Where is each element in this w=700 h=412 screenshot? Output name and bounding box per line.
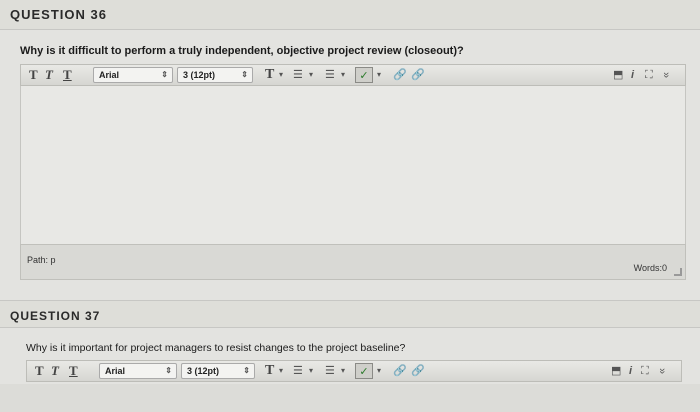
font-size-value: 3 (12pt) [183,70,216,80]
bold-style-button[interactable]: T [35,363,44,379]
fullscreen-icon[interactable]: ⛶ [645,67,653,83]
preview-icon[interactable]: ⬒ [613,67,623,83]
element-path: Path: p [27,255,56,265]
unordered-list-button[interactable]: ☰ [293,67,303,83]
italic-style-button[interactable]: T [51,363,59,379]
info-icon[interactable]: i [629,363,632,379]
question-36-answer-editor[interactable] [20,86,686,244]
question-37-editor-toolbar: T T T Arial ⇕ 3 (12pt) ⇕ T ▾ ☰ ▾ ☰ ▾ ✓ ▾… [26,360,682,382]
chevron-down-icon[interactable]: ▾ [309,363,313,379]
link-icon[interactable]: 🔗 [393,67,407,83]
text-color-button[interactable]: T [265,363,274,379]
link-icon[interactable]: 🔗 [393,363,407,379]
italic-style-button[interactable]: T [45,67,53,83]
question-36-editor-toolbar: T T T Arial ⇕ 3 (12pt) ⇕ T ▾ ☰ ▾ ☰ ▾ ✓ ▾… [20,64,686,86]
collapse-toolbar-icon[interactable]: » [654,368,670,374]
question-36-title: QUESTION 36 [10,7,107,22]
unordered-list-button[interactable]: ☰ [293,363,303,379]
font-family-select[interactable]: Arial ⇕ [93,67,173,83]
select-arrow-icon: ⇕ [161,70,168,79]
underline-style-button[interactable]: T [63,67,72,83]
chevron-down-icon[interactable]: ▾ [341,363,345,379]
question-36-header: QUESTION 36 [0,0,700,30]
spellcheck-button[interactable]: ✓ [355,363,373,379]
preview-icon[interactable]: ⬒ [611,363,621,379]
question-36-status-bar: Path: p Words:0 [20,244,686,280]
text-color-button[interactable]: T [265,67,274,83]
chevron-down-icon[interactable]: ▾ [377,67,381,83]
spellcheck-button[interactable]: ✓ [355,67,373,83]
font-size-select[interactable]: 3 (12pt) ⇕ [177,67,253,83]
select-arrow-icon: ⇕ [243,366,250,375]
fullscreen-icon[interactable]: ⛶ [641,363,649,379]
chevron-down-icon[interactable]: ▾ [377,363,381,379]
word-count: Words:0 [633,263,667,273]
unlink-icon[interactable]: 🔗 [411,363,425,379]
font-size-select[interactable]: 3 (12pt) ⇕ [181,363,255,379]
chevron-down-icon[interactable]: ▾ [309,67,313,83]
question-37-prompt: Why is it important for project managers… [26,342,406,354]
font-family-value: Arial [99,70,120,80]
ordered-list-button[interactable]: ☰ [325,363,335,379]
chevron-down-icon[interactable]: ▾ [279,67,283,83]
question-36-prompt: Why is it difficult to perform a truly i… [20,45,464,57]
select-arrow-icon: ⇕ [165,366,172,375]
question-37-header: QUESTION 37 [0,300,700,328]
chevron-down-icon[interactable]: ▾ [341,67,345,83]
select-arrow-icon: ⇕ [241,70,248,79]
question-37-title: QUESTION 37 [10,309,101,323]
resize-handle-icon[interactable] [674,268,682,276]
info-icon[interactable]: i [631,67,634,83]
ordered-list-button[interactable]: ☰ [325,67,335,83]
underline-style-button[interactable]: T [69,363,78,379]
bold-style-button[interactable]: T [29,67,38,83]
chevron-down-icon[interactable]: ▾ [279,363,283,379]
font-size-value: 3 (12pt) [187,366,220,376]
collapse-toolbar-icon[interactable]: » [658,72,674,78]
unlink-icon[interactable]: 🔗 [411,67,425,83]
font-family-select[interactable]: Arial ⇕ [99,363,177,379]
question-37-answer-editor[interactable] [0,384,700,412]
font-family-value: Arial [105,366,126,376]
